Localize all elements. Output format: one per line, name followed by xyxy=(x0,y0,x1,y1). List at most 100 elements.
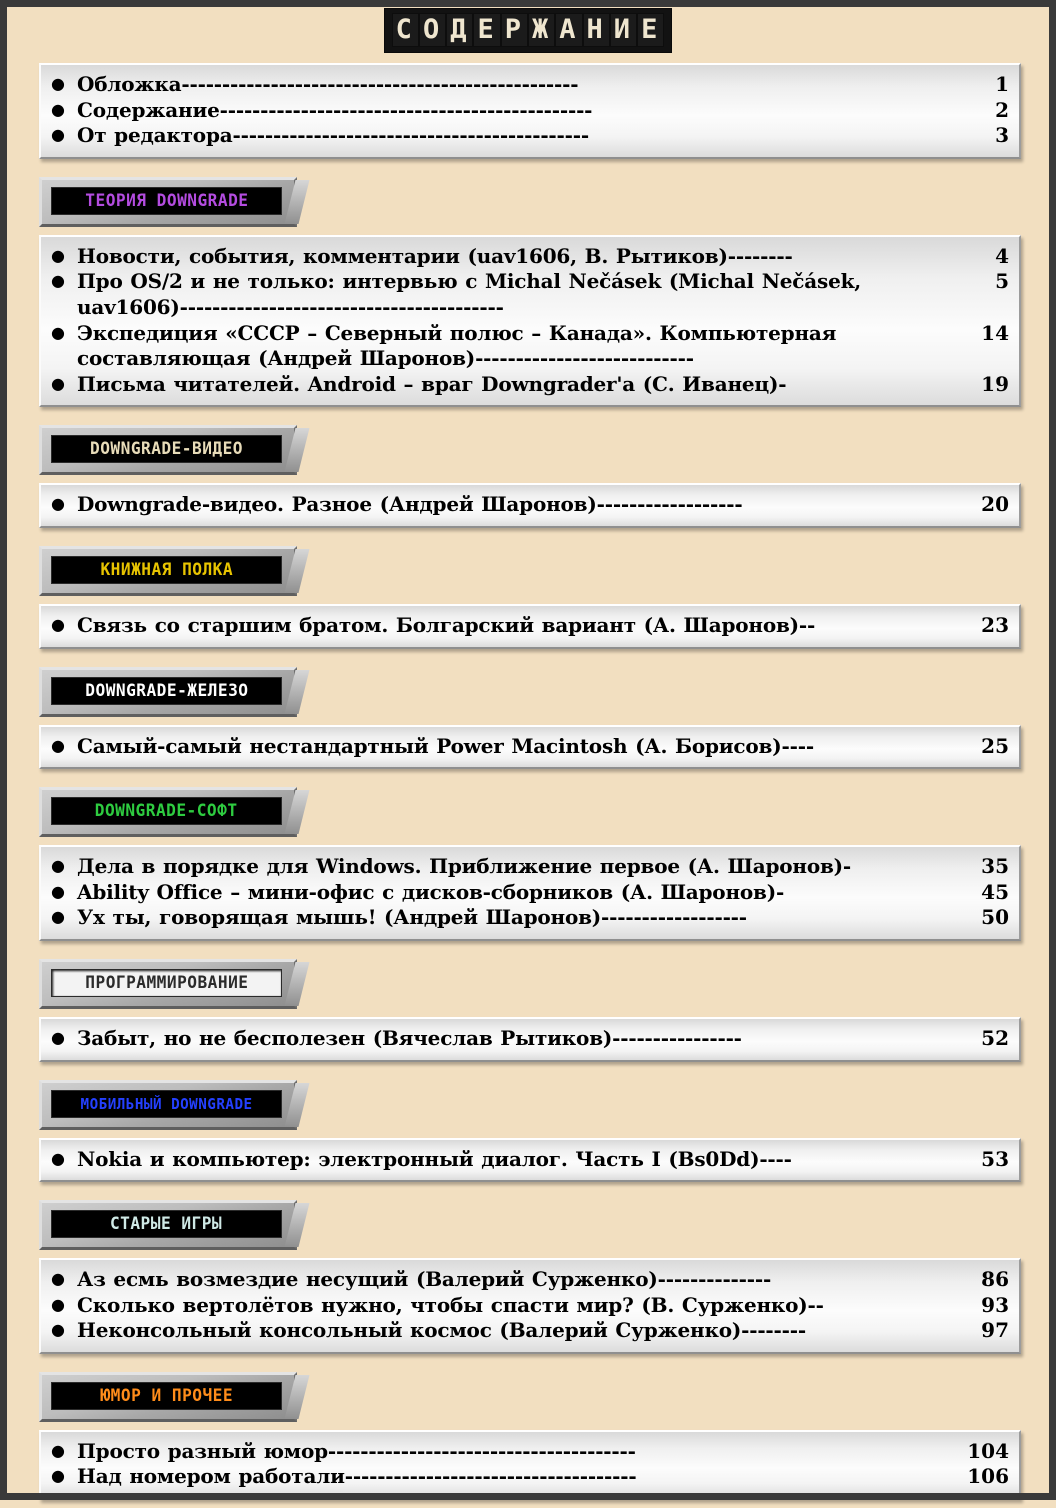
toc-entry-page: 3 xyxy=(995,123,1009,148)
toc-entry-title: Экспедиция «СССР – Северный полюс – Кана… xyxy=(77,320,844,371)
toc-entry[interactable]: ● Аз есмь возмездие несущий (Валерий Сурж… xyxy=(51,1267,1009,1293)
toc-entry-title: Просто разный юмор----------------------… xyxy=(77,1438,636,1463)
title-segment: Е xyxy=(637,13,665,47)
bullet-icon: ● xyxy=(51,1320,65,1340)
section-header-plate: ПРОГРАММИРОВАНИЕ xyxy=(39,958,310,1009)
toc-entry-page: 50 xyxy=(981,905,1009,930)
bullet-icon: ● xyxy=(51,907,65,927)
toc-entry-title: Сколько вертолётов нужно, чтобы спасти м… xyxy=(77,1292,824,1317)
toc-entry-title: Про OS/2 и не только: интервью с Michal … xyxy=(77,269,869,319)
toc-entry-page: 20 xyxy=(981,492,1009,517)
bullet-icon: ● xyxy=(51,125,65,145)
toc-entry[interactable]: ● Связь со старшим братом. Болгарский вар… xyxy=(51,613,1009,639)
toc-entry-title: От редактора----------------------------… xyxy=(77,123,589,148)
toc-entry[interactable]: ● Над номером работали-------------------… xyxy=(51,1464,1009,1490)
toc-entry-title: Дела в порядке для Windows. Приближение … xyxy=(77,854,852,879)
toc-section: ЮМОР И ПРОЧЕЕ ● Просто разный юмор--------… xyxy=(31,1371,1025,1501)
section-header-plate: DOWNGRADE-СОФТ xyxy=(39,787,310,838)
title-segment: Д xyxy=(446,13,474,47)
toc-entry-title: Аз есмь возмездие несущий (Валерий Сурже… xyxy=(77,1267,772,1292)
title-segment: А xyxy=(555,13,583,47)
section-header-lcd: ЮМОР И ПРОЧЕЕ xyxy=(51,1381,282,1410)
toc-entry-title: Письма читателей. Android – враг Downgra… xyxy=(77,371,787,396)
section-panel: ● Nokia и компьютер: электронный диалог. … xyxy=(39,1137,1021,1183)
toc-entry[interactable]: ● Содержание-----------------------------… xyxy=(51,98,1009,124)
toc-entry[interactable]: ● От редактора---------------------------… xyxy=(51,123,1009,149)
bullet-icon: ● xyxy=(51,1466,65,1486)
toc-entry[interactable]: ● Экспедиция «СССР – Северный полюс – Кан… xyxy=(51,321,1009,372)
toc-entry-title: Самый-самый нестандартный Power Macintos… xyxy=(77,733,814,758)
section-panel: ● Забыт, но не бесполезен (Вячеслав Рытик… xyxy=(39,1016,1021,1062)
intro-section: ● Обложка--------------------------------… xyxy=(31,63,1025,159)
toc-entry-title: Новости, события, комментарии (uav1606, … xyxy=(77,243,793,268)
section-header-label: ПРОГРАММИРОВАНИЕ xyxy=(84,972,249,993)
title-segment: Р xyxy=(500,13,528,47)
toc-entry[interactable]: ● Nokia и компьютер: электронный диалог. … xyxy=(51,1147,1009,1173)
bullet-icon: ● xyxy=(51,856,65,876)
toc-entry-title: Забыт, но не бесполезен (Вячеслав Рытико… xyxy=(77,1025,742,1050)
bullet-icon: ● xyxy=(51,74,65,93)
toc-entry[interactable]: ● Downgrade-видео. Разное (Андрей Шаронов… xyxy=(51,492,1009,518)
toc-entry[interactable]: ● Просто разный юмор---------------------… xyxy=(51,1439,1009,1465)
header-bezel-edge xyxy=(284,669,310,714)
toc-entry-page: 97 xyxy=(981,1318,1009,1343)
title-segment: Ж xyxy=(528,13,556,47)
bullet-icon: ● xyxy=(51,1148,65,1168)
toc-entry-title: Ability Office – мини-офис с дисков-сбор… xyxy=(77,879,785,904)
toc-entry-title: Ух ты, говорящая мышь! (Андрей Шаронов)-… xyxy=(77,905,747,930)
toc-section: ТЕОРИЯ DOWNGRADE ● Новости, события, комме… xyxy=(31,176,1025,408)
bullet-icon: ● xyxy=(51,373,65,393)
toc-entry[interactable]: ● Забыт, но не бесполезен (Вячеслав Рытик… xyxy=(51,1026,1009,1052)
toc-entry-page: 52 xyxy=(981,1025,1009,1050)
toc-entry-page: 104 xyxy=(967,1438,1009,1463)
toc-entry-page: 35 xyxy=(981,854,1009,879)
toc-entry[interactable]: ● Самый-самый нестандартный Power Macinto… xyxy=(51,734,1009,760)
section-header-plate: МОБИЛЬНЫЙ DOWNGRADE xyxy=(39,1079,310,1130)
toc-entry[interactable]: ● Ability Office – мини-офис с дисков-сбо… xyxy=(51,880,1009,906)
header-bezel-edge xyxy=(284,961,310,1006)
toc-entry[interactable]: ● Сколько вертолётов нужно, чтобы спасти … xyxy=(51,1293,1009,1319)
section-header-plate: DOWNGRADE-ВИДЕО xyxy=(39,425,310,476)
section-header-lcd: МОБИЛЬНЫЙ DOWNGRADE xyxy=(51,1089,282,1118)
bullet-icon: ● xyxy=(51,1440,65,1460)
header-bezel-edge xyxy=(284,790,310,835)
section-header-lcd: DOWNGRADE-ЖЕЛЕЗО xyxy=(51,676,282,705)
toc-entry-title: Downgrade-видео. Разное (Андрей Шаронов)… xyxy=(77,492,743,517)
section-header-label: ТЕОРИЯ DOWNGRADE xyxy=(84,190,249,211)
toc-entry-page: 23 xyxy=(981,612,1009,637)
title-segment: Н xyxy=(582,13,610,47)
bullet-icon: ● xyxy=(51,494,65,514)
toc-entry-page: 86 xyxy=(981,1267,1009,1292)
section-header-label: МОБИЛЬНЫЙ DOWNGRADE xyxy=(80,1094,253,1113)
toc-section: DOWNGRADE-ВИДЕО ● Downgrade-видео. Разное … xyxy=(31,425,1025,528)
section-header-lcd: ТЕОРИЯ DOWNGRADE xyxy=(51,186,282,215)
toc-entry[interactable]: ● Про OS/2 и не только: интервью с Michal… xyxy=(51,269,1009,320)
section-header-lcd: КНИЖНАЯ ПОЛКА xyxy=(51,555,282,584)
toc-entry[interactable]: ● Ух ты, говорящая мышь! (Андрей Шаронов)… xyxy=(51,905,1009,931)
header-bezel-edge xyxy=(284,1203,310,1248)
toc-entry[interactable]: ● Письма читателей. Android – враг Downgr… xyxy=(51,372,1009,398)
toc-section: МОБИЛЬНЫЙ DOWNGRADE ● Nokia и компьютер: э… xyxy=(31,1079,1025,1183)
toc-entry[interactable]: ● Новости, события, комментарии (uav1606,… xyxy=(51,244,1009,270)
header-bezel-edge xyxy=(284,1082,310,1127)
toc-entry[interactable]: ● Неконсольный консольный космос (Валерий… xyxy=(51,1318,1009,1344)
toc-entry-page: 19 xyxy=(981,371,1009,396)
bullet-icon: ● xyxy=(51,881,65,901)
bullet-icon: ● xyxy=(51,322,65,342)
toc-entry-page: 1 xyxy=(995,72,1009,96)
toc-section: ПРОГРАММИРОВАНИЕ ● Забыт, но не бесполезен… xyxy=(31,958,1025,1062)
page-title-wrap: СОДЕРЖАНИЕ xyxy=(31,0,1025,63)
section-header-label: КНИЖНАЯ ПОЛКА xyxy=(100,559,233,580)
toc-entry-title: Связь со старшим братом. Болгарский вари… xyxy=(77,612,816,637)
section-panel: ● Новости, события, комментарии (uav1606,… xyxy=(39,234,1021,408)
header-bezel-edge xyxy=(284,428,310,473)
toc-entry[interactable]: ● Обложка--------------------------------… xyxy=(51,72,1009,98)
page-content: СОДЕРЖАНИЕ ● Обложка---------------------… xyxy=(7,0,1049,1508)
intro-panel: ● Обложка--------------------------------… xyxy=(39,63,1021,159)
toc-entry-page: 53 xyxy=(981,1146,1009,1171)
section-header-label: DOWNGRADE-СОФТ xyxy=(95,801,238,822)
page-title: СОДЕРЖАНИЕ xyxy=(383,8,673,53)
toc-entry[interactable]: ● Дела в порядке для Windows. Приближение… xyxy=(51,854,1009,880)
section-panel: ● Связь со старшим братом. Болгарский вар… xyxy=(39,603,1021,649)
sections-list: ТЕОРИЯ DOWNGRADE ● Новости, события, комме… xyxy=(31,176,1025,1501)
